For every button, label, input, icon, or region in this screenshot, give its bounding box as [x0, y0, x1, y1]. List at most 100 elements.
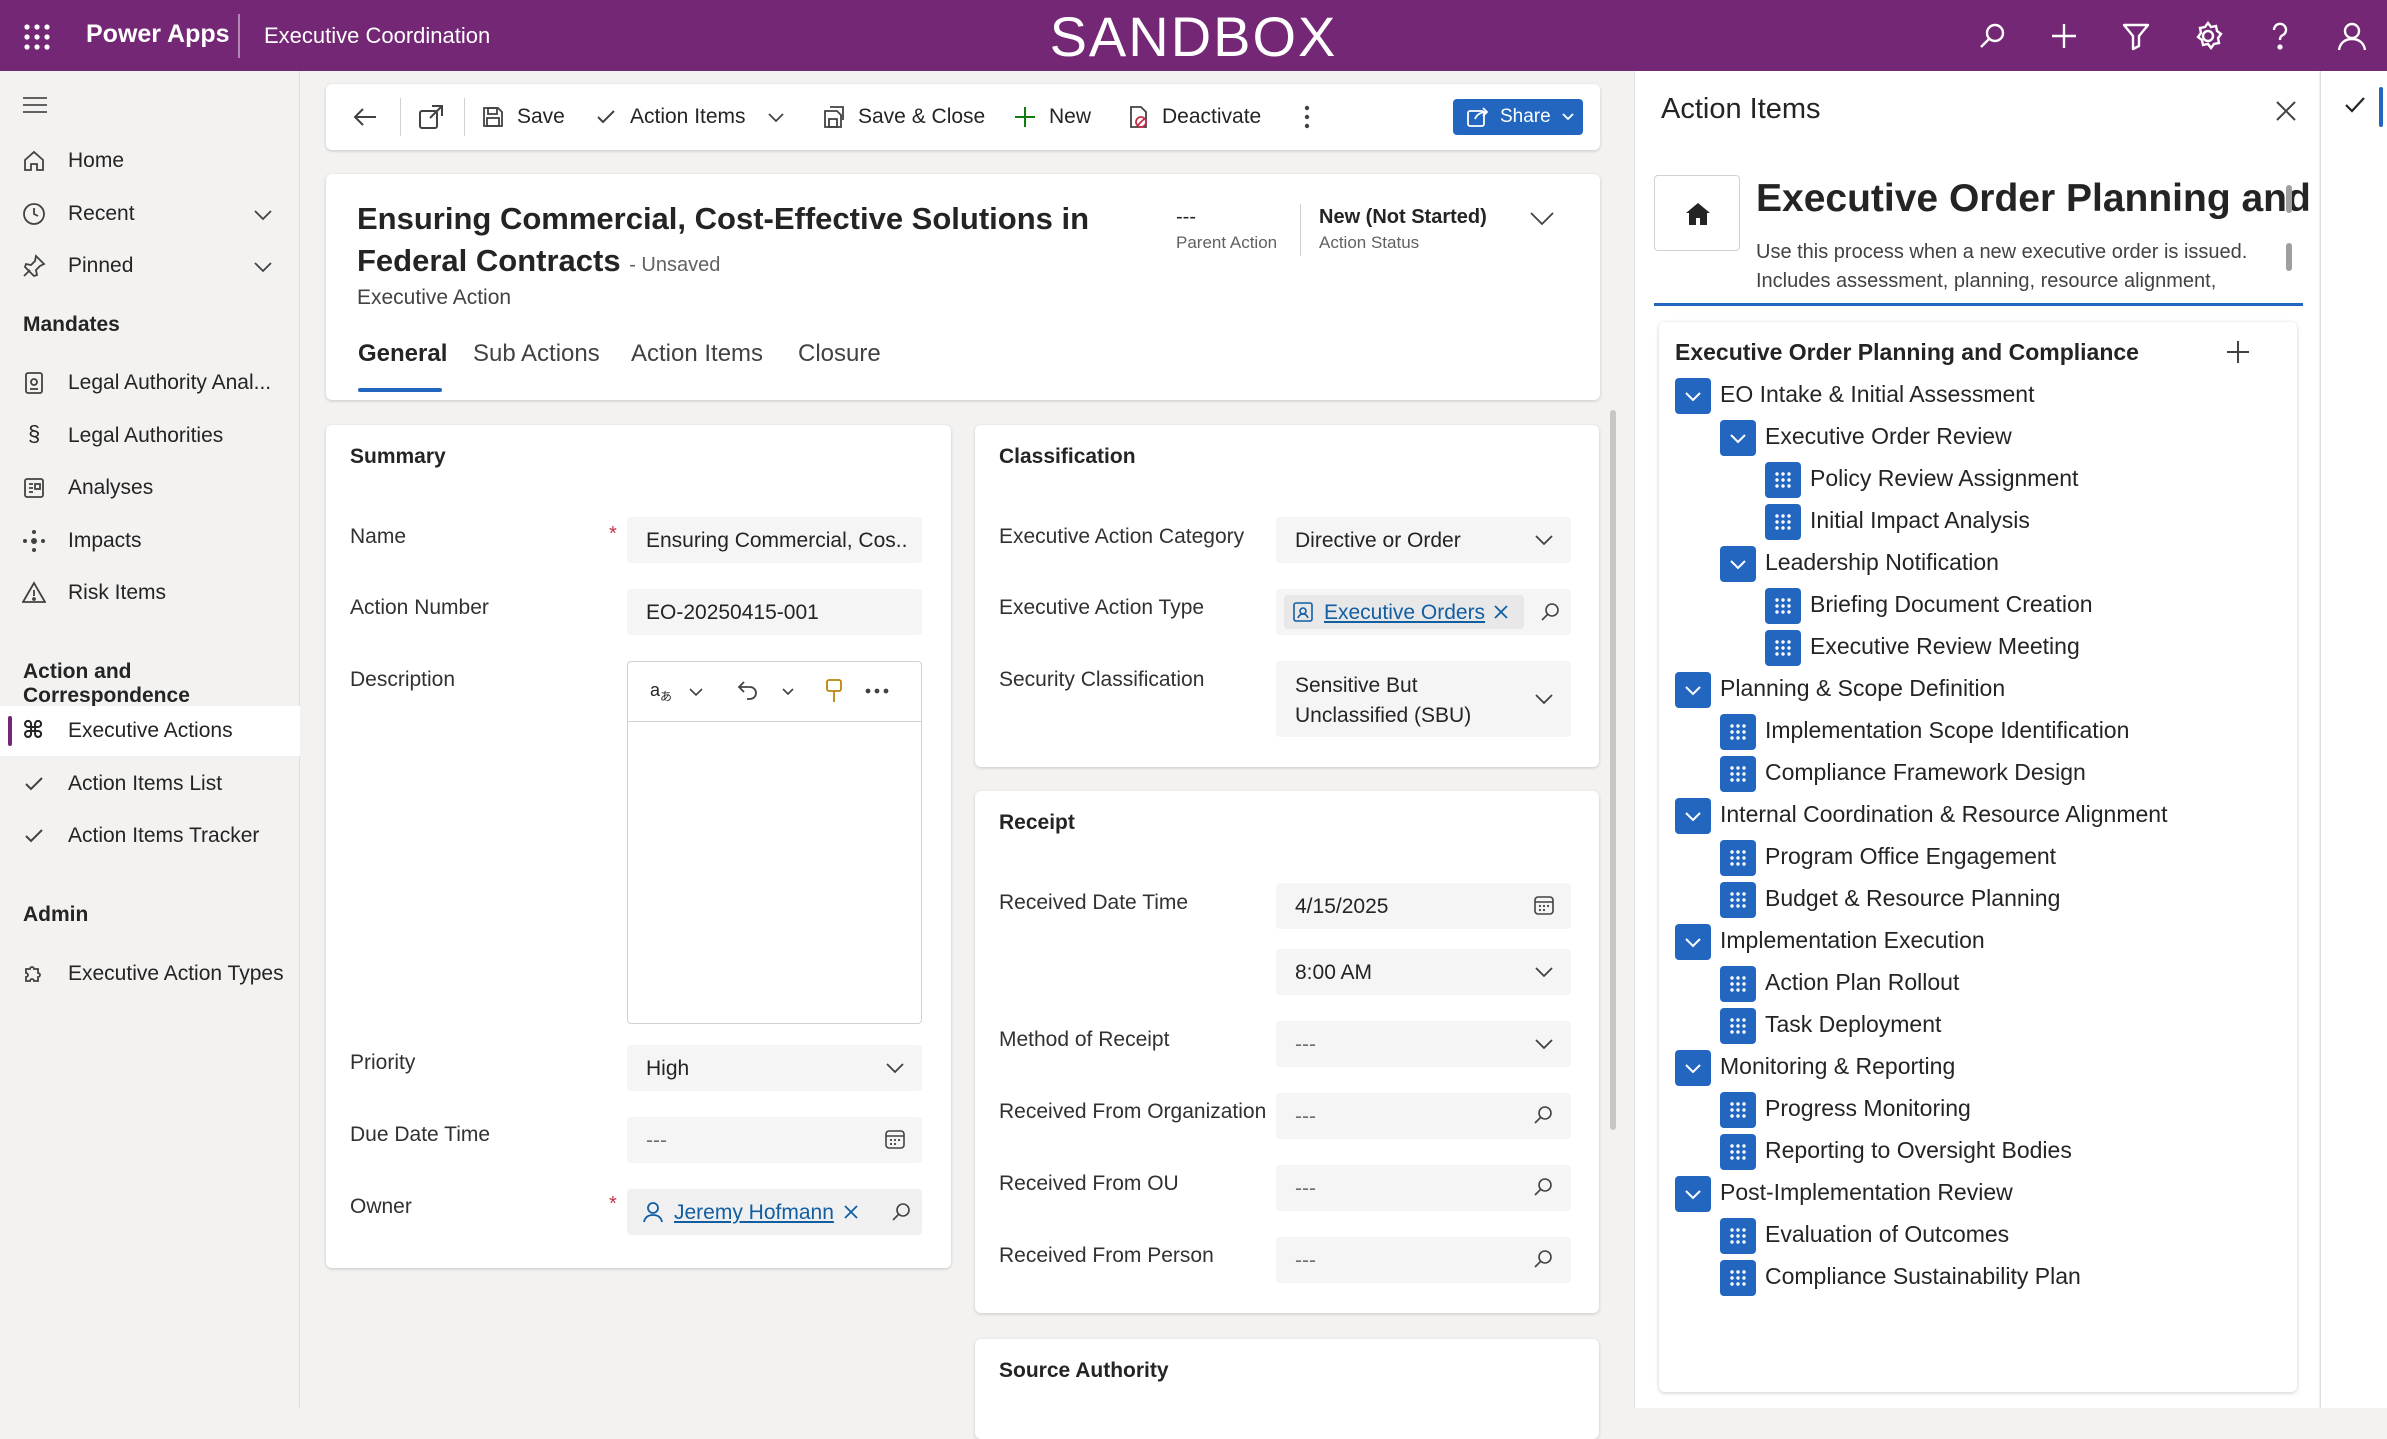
- action-item-grid-icon[interactable]: [1720, 1218, 1756, 1254]
- calendar-icon[interactable]: [884, 1128, 906, 1150]
- action-item-grid-icon[interactable]: [1765, 588, 1801, 624]
- tree-item-label[interactable]: Task Deployment: [1765, 1011, 1941, 1038]
- owner-lookup[interactable]: Jeremy Hofmann: [627, 1189, 922, 1235]
- nav-home[interactable]: Home: [0, 136, 300, 186]
- method-select[interactable]: ---: [1276, 1021, 1571, 1067]
- action-items-button[interactable]: Action Items: [594, 99, 786, 135]
- tab-general[interactable]: General: [358, 340, 447, 368]
- search-icon[interactable]: [1533, 1105, 1555, 1127]
- chevron-down-icon[interactable]: [688, 684, 704, 700]
- tree-group-label[interactable]: Monitoring & Reporting: [1720, 1053, 1955, 1080]
- nav-analyses[interactable]: Analyses: [0, 463, 300, 513]
- open-new-window-icon[interactable]: [418, 104, 444, 130]
- type-link[interactable]: Executive Orders: [1324, 601, 1485, 625]
- tree-group-label[interactable]: Post-Implementation Review: [1720, 1179, 2013, 1206]
- collapse-chevron-icon[interactable]: [1720, 420, 1756, 456]
- security-select[interactable]: Sensitive But Unclassified (SBU): [1276, 661, 1571, 737]
- text-format-icon[interactable]: aあ: [650, 680, 672, 705]
- action-item-grid-icon[interactable]: [1720, 756, 1756, 792]
- tree-group-label[interactable]: Implementation Execution: [1720, 927, 1985, 954]
- received-date-field[interactable]: 4/15/2025: [1276, 883, 1571, 929]
- more-options-icon[interactable]: [865, 688, 889, 694]
- collapse-chevron-icon[interactable]: [1675, 672, 1711, 708]
- collapse-chevron-icon[interactable]: [1720, 546, 1756, 582]
- tree-item-label[interactable]: Budget & Resource Planning: [1765, 885, 2060, 912]
- name-field[interactable]: Ensuring Commercial, Cos...: [627, 517, 922, 563]
- form-scrollbar[interactable]: [1610, 410, 1616, 1130]
- tree-item-label[interactable]: Policy Review Assignment: [1810, 465, 2078, 492]
- chevron-down-icon[interactable]: [766, 107, 786, 127]
- received-time-select[interactable]: 8:00 AM: [1276, 949, 1571, 995]
- collapse-chevron-icon[interactable]: [1675, 378, 1711, 414]
- tab-sub-actions[interactable]: Sub Actions: [473, 340, 600, 368]
- add-icon[interactable]: [2226, 340, 2250, 364]
- remove-type-icon[interactable]: [1494, 605, 1508, 619]
- nav-action-items-tracker[interactable]: Action Items Tracker: [0, 811, 300, 861]
- tree-item-label[interactable]: Evaluation of Outcomes: [1765, 1221, 2009, 1248]
- nav-executive-action-types[interactable]: Executive Action Types: [0, 949, 300, 999]
- add-icon[interactable]: [2048, 20, 2080, 52]
- close-icon[interactable]: [2276, 101, 2296, 121]
- collapse-chevron-icon[interactable]: [1675, 1050, 1711, 1086]
- help-icon[interactable]: [2264, 20, 2296, 52]
- tree-item-label[interactable]: Compliance Sustainability Plan: [1765, 1263, 2081, 1290]
- nav-action-items-list[interactable]: Action Items List: [0, 759, 300, 809]
- action-item-grid-icon[interactable]: [1765, 504, 1801, 540]
- search-icon[interactable]: [1976, 20, 2008, 52]
- action-item-grid-icon[interactable]: [1720, 840, 1756, 876]
- owner-link[interactable]: Jeremy Hofmann: [674, 1201, 834, 1225]
- filter-icon[interactable]: [2120, 20, 2152, 52]
- deactivate-button[interactable]: Deactivate: [1126, 99, 1261, 135]
- tree-group-label[interactable]: Leadership Notification: [1765, 549, 1999, 576]
- description-rich-text-editor[interactable]: aあ: [627, 661, 922, 1024]
- header-expand-chevron-icon[interactable]: [1529, 207, 1555, 229]
- tree-item-label[interactable]: Progress Monitoring: [1765, 1095, 1971, 1122]
- nav-legal-authority-analysis[interactable]: Legal Authority Anal...: [0, 358, 300, 408]
- collapse-chevron-icon[interactable]: [1675, 1176, 1711, 1212]
- remove-owner-icon[interactable]: [844, 1205, 858, 1219]
- nav-recent[interactable]: Recent: [0, 189, 300, 239]
- tree-group-label[interactable]: EO Intake & Initial Assessment: [1720, 381, 2034, 408]
- priority-select[interactable]: High: [627, 1045, 922, 1091]
- calendar-icon[interactable]: [1533, 894, 1555, 916]
- new-button[interactable]: New: [1013, 99, 1091, 135]
- collapse-chevron-icon[interactable]: [1675, 924, 1711, 960]
- undo-icon[interactable]: [736, 678, 760, 702]
- search-icon[interactable]: [891, 1202, 911, 1222]
- tree-item-label[interactable]: Action Plan Rollout: [1765, 969, 1959, 996]
- due-date-time-field[interactable]: ---: [627, 1117, 922, 1163]
- tree-group-label[interactable]: Executive Order Review: [1765, 423, 2012, 450]
- tree-group-label[interactable]: Internal Coordination & Resource Alignme…: [1720, 801, 2167, 828]
- type-lookup[interactable]: Executive Orders: [1276, 589, 1571, 635]
- search-icon[interactable]: [1533, 1249, 1555, 1271]
- category-select[interactable]: Directive or Order: [1276, 517, 1571, 563]
- tree-item-label[interactable]: Briefing Document Creation: [1810, 591, 2093, 618]
- tab-closure[interactable]: Closure: [798, 340, 881, 368]
- nav-executive-actions[interactable]: ⌘ Executive Actions: [0, 706, 300, 756]
- home-button[interactable]: [1654, 175, 1740, 251]
- action-item-grid-icon[interactable]: [1720, 714, 1756, 750]
- tree-item-label[interactable]: Implementation Scope Identification: [1765, 717, 2129, 744]
- hamburger-icon[interactable]: [22, 95, 48, 115]
- action-item-grid-icon[interactable]: [1765, 630, 1801, 666]
- nav-legal-authorities[interactable]: § Legal Authorities: [0, 411, 300, 461]
- person-lookup[interactable]: ---: [1276, 1237, 1571, 1283]
- action-item-grid-icon[interactable]: [1720, 1092, 1756, 1128]
- tree-group-label[interactable]: Planning & Scope Definition: [1720, 675, 2005, 702]
- more-commands-icon[interactable]: [1304, 105, 1310, 129]
- header-scrollbar[interactable]: [2286, 243, 2292, 271]
- user-icon[interactable]: [2336, 20, 2368, 52]
- settings-icon[interactable]: [2192, 20, 2224, 52]
- action-item-grid-icon[interactable]: [1720, 882, 1756, 918]
- action-item-grid-icon[interactable]: [1720, 1260, 1756, 1296]
- tree-item-label[interactable]: Program Office Engagement: [1765, 843, 2056, 870]
- action-item-grid-icon[interactable]: [1765, 462, 1801, 498]
- tab-action-items[interactable]: Action Items: [631, 340, 763, 368]
- action-number-field[interactable]: EO-20250415-001: [627, 589, 922, 635]
- nav-pinned[interactable]: Pinned: [0, 241, 300, 291]
- chevron-down-icon[interactable]: [252, 256, 274, 278]
- format-painter-icon[interactable]: [823, 678, 845, 704]
- nav-risk-items[interactable]: Risk Items: [0, 568, 300, 618]
- search-icon[interactable]: [1533, 1177, 1555, 1199]
- chevron-down-icon[interactable]: [781, 685, 795, 699]
